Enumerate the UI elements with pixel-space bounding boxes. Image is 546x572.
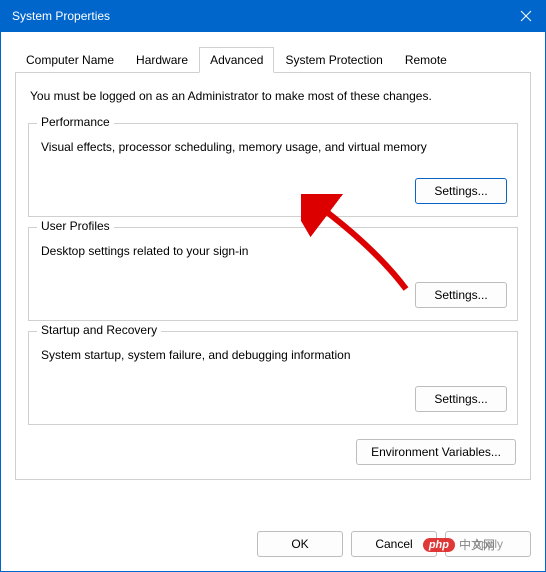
group-startup-recovery-title: Startup and Recovery: [37, 323, 161, 337]
tab-content-advanced: You must be logged on as an Administrato…: [15, 73, 531, 480]
tab-computer-name[interactable]: Computer Name: [15, 47, 125, 73]
group-startup-recovery-desc: System startup, system failure, and debu…: [39, 346, 507, 362]
group-performance-desc: Visual effects, processor scheduling, me…: [39, 138, 507, 154]
tab-bar: Computer Name Hardware Advanced System P…: [15, 46, 531, 73]
cancel-button[interactable]: Cancel: [351, 531, 437, 557]
apply-button[interactable]: Apply: [445, 531, 531, 557]
user-profiles-settings-button[interactable]: Settings...: [415, 282, 507, 308]
tab-remote[interactable]: Remote: [394, 47, 458, 73]
close-icon: [520, 10, 532, 22]
tab-system-protection[interactable]: System Protection: [274, 47, 393, 73]
group-user-profiles-title: User Profiles: [37, 219, 114, 233]
group-performance-title: Performance: [37, 115, 114, 129]
group-performance: Performance Visual effects, processor sc…: [28, 123, 518, 217]
group-startup-recovery: Startup and Recovery System startup, sys…: [28, 331, 518, 425]
tab-hardware[interactable]: Hardware: [125, 47, 199, 73]
titlebar: System Properties: [0, 0, 546, 32]
group-user-profiles: User Profiles Desktop settings related t…: [28, 227, 518, 321]
environment-variables-button[interactable]: Environment Variables...: [356, 439, 516, 465]
dialog-button-bar: OK Cancel Apply: [257, 531, 531, 557]
tab-advanced[interactable]: Advanced: [199, 47, 274, 73]
group-user-profiles-desc: Desktop settings related to your sign-in: [39, 242, 507, 258]
close-button[interactable]: [506, 0, 546, 32]
performance-settings-button[interactable]: Settings...: [415, 178, 507, 204]
ok-button[interactable]: OK: [257, 531, 343, 557]
window-body: Computer Name Hardware Advanced System P…: [0, 32, 546, 572]
startup-recovery-settings-button[interactable]: Settings...: [415, 386, 507, 412]
intro-text: You must be logged on as an Administrato…: [28, 85, 518, 113]
window-title: System Properties: [12, 9, 506, 23]
